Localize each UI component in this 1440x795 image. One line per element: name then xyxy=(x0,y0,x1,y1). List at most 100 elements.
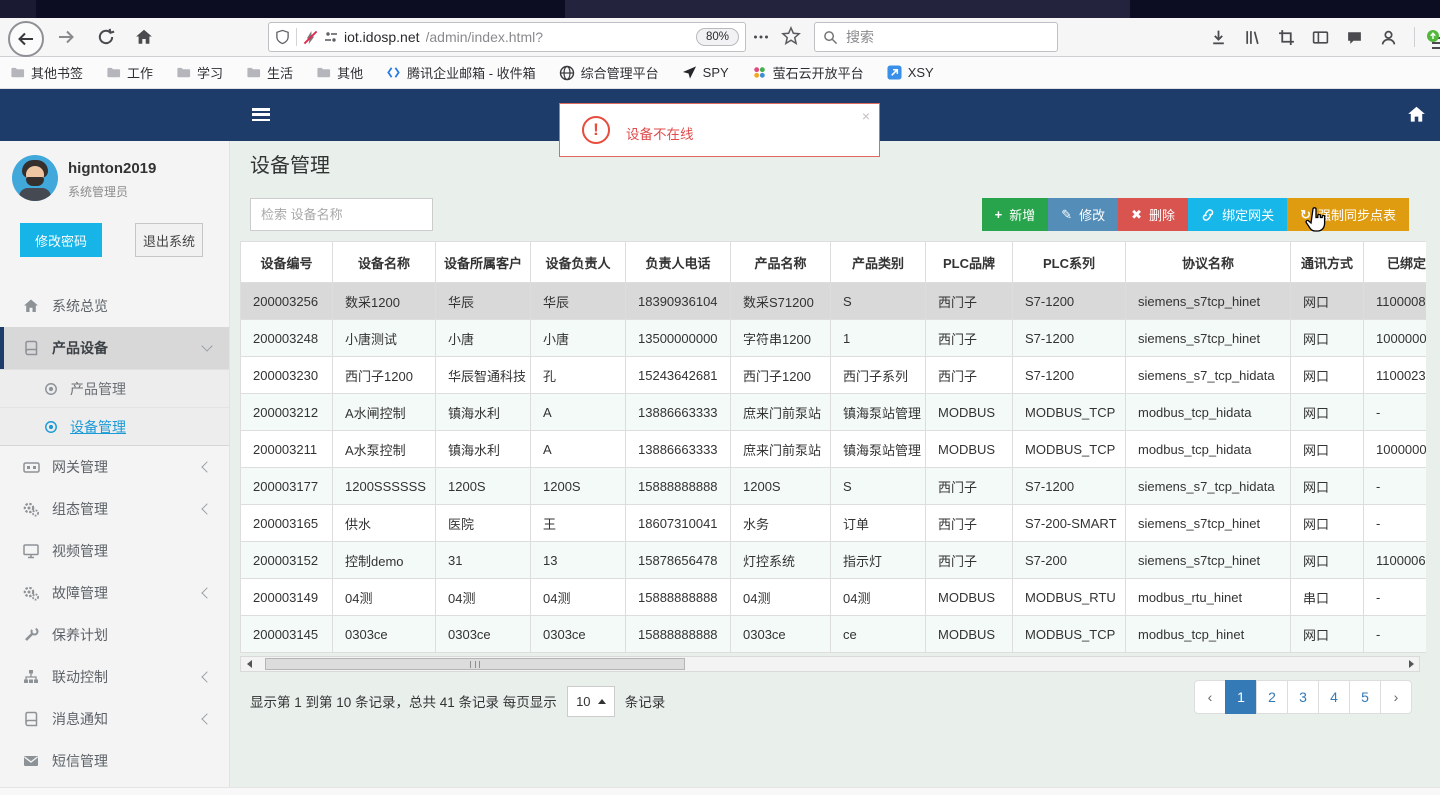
back-button[interactable] xyxy=(8,21,44,57)
sidebar-item-sms[interactable]: 短信管理 xyxy=(0,740,229,782)
sidebar-item-gateway[interactable]: 网关管理 xyxy=(0,446,229,488)
table-cell: 04测 xyxy=(435,578,531,616)
gears-icon xyxy=(22,585,40,601)
table-cell: modbus_tcp_hidata xyxy=(1125,430,1291,468)
screenshot-crop-icon[interactable] xyxy=(1278,29,1295,46)
table-cell: - xyxy=(1363,504,1426,542)
record-summary: 显示第 1 到第 10 条记录，总共 41 条记录 每页显示 xyxy=(250,695,557,710)
bookmark-star-button[interactable] xyxy=(781,26,801,46)
sidebar-item-notification[interactable]: 消息通知 xyxy=(0,698,229,740)
sidebar-item-video[interactable]: 视频管理 xyxy=(0,530,229,572)
table-row-6[interactable]: 200003165 供水 医院王 18607310041 水务 订单 西门子 S7-200-S… xyxy=(240,504,1426,542)
bookmark-spy[interactable]: SPY xyxy=(682,65,729,80)
table-cell: 13886663333 xyxy=(625,393,731,431)
gateway-icon xyxy=(22,459,40,475)
bookmark-work[interactable]: 工作 xyxy=(106,63,153,82)
device-search-input[interactable] xyxy=(250,198,433,231)
page-size-select[interactable]: 10 xyxy=(566,685,615,717)
url-path: /admin/index.html? xyxy=(425,29,544,45)
book-icon xyxy=(22,340,40,356)
table-row-3[interactable]: 200003212 A水闸控制 镇海水利 A 13886663333 庶来门前泵站 镇海泵站… xyxy=(240,393,1426,431)
column-header-2: 设备所属客户 xyxy=(435,241,531,283)
table-cell: MODBUS xyxy=(925,393,1013,431)
scroll-right-button[interactable] xyxy=(1403,657,1419,671)
page-actions-button[interactable] xyxy=(752,28,770,46)
pocket-chat-icon[interactable] xyxy=(1346,29,1363,46)
library-icon[interactable] xyxy=(1244,29,1261,46)
bookmark-xsy[interactable]: XSY xyxy=(887,65,934,80)
sidebar-item-device-mgmt[interactable]: 设备管理 xyxy=(0,408,229,445)
table-row-1[interactable]: 200003248 小唐测试 小唐 小唐 13500000000 字符串1200 1 西门子 S… xyxy=(240,319,1426,357)
device-table: 设备编号 设备名称 设备所属客户 设备负责人 负责人电话 产品名称 产品类别 PLC品牌 PLC… xyxy=(240,241,1426,653)
delete-button[interactable]: ✖ 删除 xyxy=(1118,198,1189,231)
page-button-1[interactable]: 1 xyxy=(1225,680,1257,714)
browser-tab[interactable] xyxy=(565,0,1130,18)
forward-button[interactable] xyxy=(50,21,82,53)
sidebar-item-products[interactable]: 产品设备 xyxy=(0,327,229,369)
table-cell: 200003165 xyxy=(240,504,333,542)
sidebar-toggle-icon[interactable] xyxy=(1312,29,1329,46)
sidebar-menu: 系统总览 产品设备 产品管理 设备管理 网关管理 组态管理 视频管理 故障管理 … xyxy=(0,285,229,782)
table-header-row: 设备编号 设备名称 设备所属客户 设备负责人 负责人电话 产品名称 产品类别 PLC品牌 PLC… xyxy=(240,241,1426,283)
blocked-plugin-icon[interactable] xyxy=(303,30,318,45)
bind-gateway-button[interactable]: 绑定网关 xyxy=(1188,198,1288,231)
bookmark-other[interactable]: 其他书签 xyxy=(10,63,83,82)
table-row-0[interactable]: 200003256 数采1200 华辰 华辰 18390936104 数采S71200 S 西… xyxy=(240,282,1426,320)
zoom-level-badge[interactable]: 80% xyxy=(695,28,739,46)
gears-icon xyxy=(22,501,40,517)
table-cell: 200003149 xyxy=(240,578,333,616)
url-bar[interactable]: iot.idosp.net/admin/index.html? 80% xyxy=(268,22,746,52)
pencil-icon: ✎ xyxy=(1061,206,1073,222)
sidebar-collapse-button[interactable] xyxy=(252,108,270,121)
browser-home-button[interactable] xyxy=(128,21,160,53)
bookmark-misc[interactable]: 其他 xyxy=(316,63,363,82)
search-placeholder: 搜索 xyxy=(846,29,874,45)
table-row-9[interactable]: 200003145 0303ce 0303ce 0303ce 15888888888 03… xyxy=(240,615,1426,653)
table-row-7[interactable]: 200003152 控制demo 31 13 15878656478 灯控系统 指示灯 西门子… xyxy=(240,541,1426,579)
bookmark-mgmt-platform[interactable]: 综合管理平台 xyxy=(559,63,659,82)
table-row-5[interactable]: 200003177 1200SSSSSS 1200S 1200S 15888888888… xyxy=(240,467,1426,505)
sidebar-item-scada[interactable]: 组态管理 xyxy=(0,488,229,530)
table-row-8[interactable]: 200003149 04测 04测 04测 15888888888 04测 04测 MODBU… xyxy=(240,578,1426,616)
horizontal-scrollbar[interactable] xyxy=(240,656,1420,672)
page-button-5[interactable]: 5 xyxy=(1349,680,1381,714)
triangle-right-icon xyxy=(1408,660,1414,668)
scroll-left-button[interactable] xyxy=(241,657,257,671)
sidebar-item-linkage[interactable]: 联动控制 xyxy=(0,656,229,698)
bookmark-life[interactable]: 生活 xyxy=(246,63,293,82)
sidebar-item-overview[interactable]: 系统总览 xyxy=(0,285,229,327)
bookmark-tencent-mail[interactable]: 腾讯企业邮箱 - 收件箱 xyxy=(386,63,536,82)
browser-search[interactable]: 搜索 xyxy=(814,22,1058,52)
prev-page-button[interactable]: ‹ xyxy=(1194,680,1226,714)
bookmark-study[interactable]: 学习 xyxy=(176,63,223,82)
download-icon[interactable] xyxy=(1210,29,1227,46)
table-row-2[interactable]: 200003230 西门子1200 华辰智通科技孔 15243642681 西门子120… xyxy=(240,356,1426,394)
logout-button[interactable]: 退出系统 xyxy=(135,223,203,257)
alert-close-icon[interactable]: × xyxy=(862,108,870,124)
next-page-button[interactable]: › xyxy=(1380,680,1412,714)
bookmark-ezviz[interactable]: 萤石云开放平台 xyxy=(752,63,864,82)
permissions-icon[interactable] xyxy=(324,30,338,44)
xsy-icon xyxy=(887,65,902,80)
home-icon xyxy=(1408,106,1425,122)
table-cell: S xyxy=(830,467,926,505)
table-cell: siemens_s7_tcp_hidata xyxy=(1125,356,1291,394)
add-button[interactable]: + 新增 xyxy=(981,198,1049,231)
page-button-4[interactable]: 4 xyxy=(1318,680,1350,714)
edit-button[interactable]: ✎ 修改 xyxy=(1048,198,1119,231)
table-cell: 1000000 xyxy=(1363,319,1426,357)
scrollbar-thumb[interactable] xyxy=(265,658,685,670)
app-home-button[interactable] xyxy=(1407,105,1426,124)
change-password-button[interactable]: 修改密码 xyxy=(20,223,102,257)
reload-button[interactable] xyxy=(90,21,122,53)
table-cell: 0303ce xyxy=(730,615,831,653)
table-row-4[interactable]: 200003211 A水泵控制 镇海水利 A 13886663333 庶来门前泵站 镇海泵站… xyxy=(240,430,1426,468)
table-cell: 灯控系统 xyxy=(730,541,831,579)
sidebar-item-fault[interactable]: 故障管理 xyxy=(0,572,229,614)
page-button-3[interactable]: 3 xyxy=(1287,680,1319,714)
sidebar-item-product-mgmt[interactable]: 产品管理 xyxy=(0,370,229,408)
sidebar-item-maintenance[interactable]: 保养计划 xyxy=(0,614,229,656)
account-icon[interactable] xyxy=(1380,29,1397,46)
table-cell: MODBUS xyxy=(925,615,1013,653)
page-button-2[interactable]: 2 xyxy=(1256,680,1288,714)
